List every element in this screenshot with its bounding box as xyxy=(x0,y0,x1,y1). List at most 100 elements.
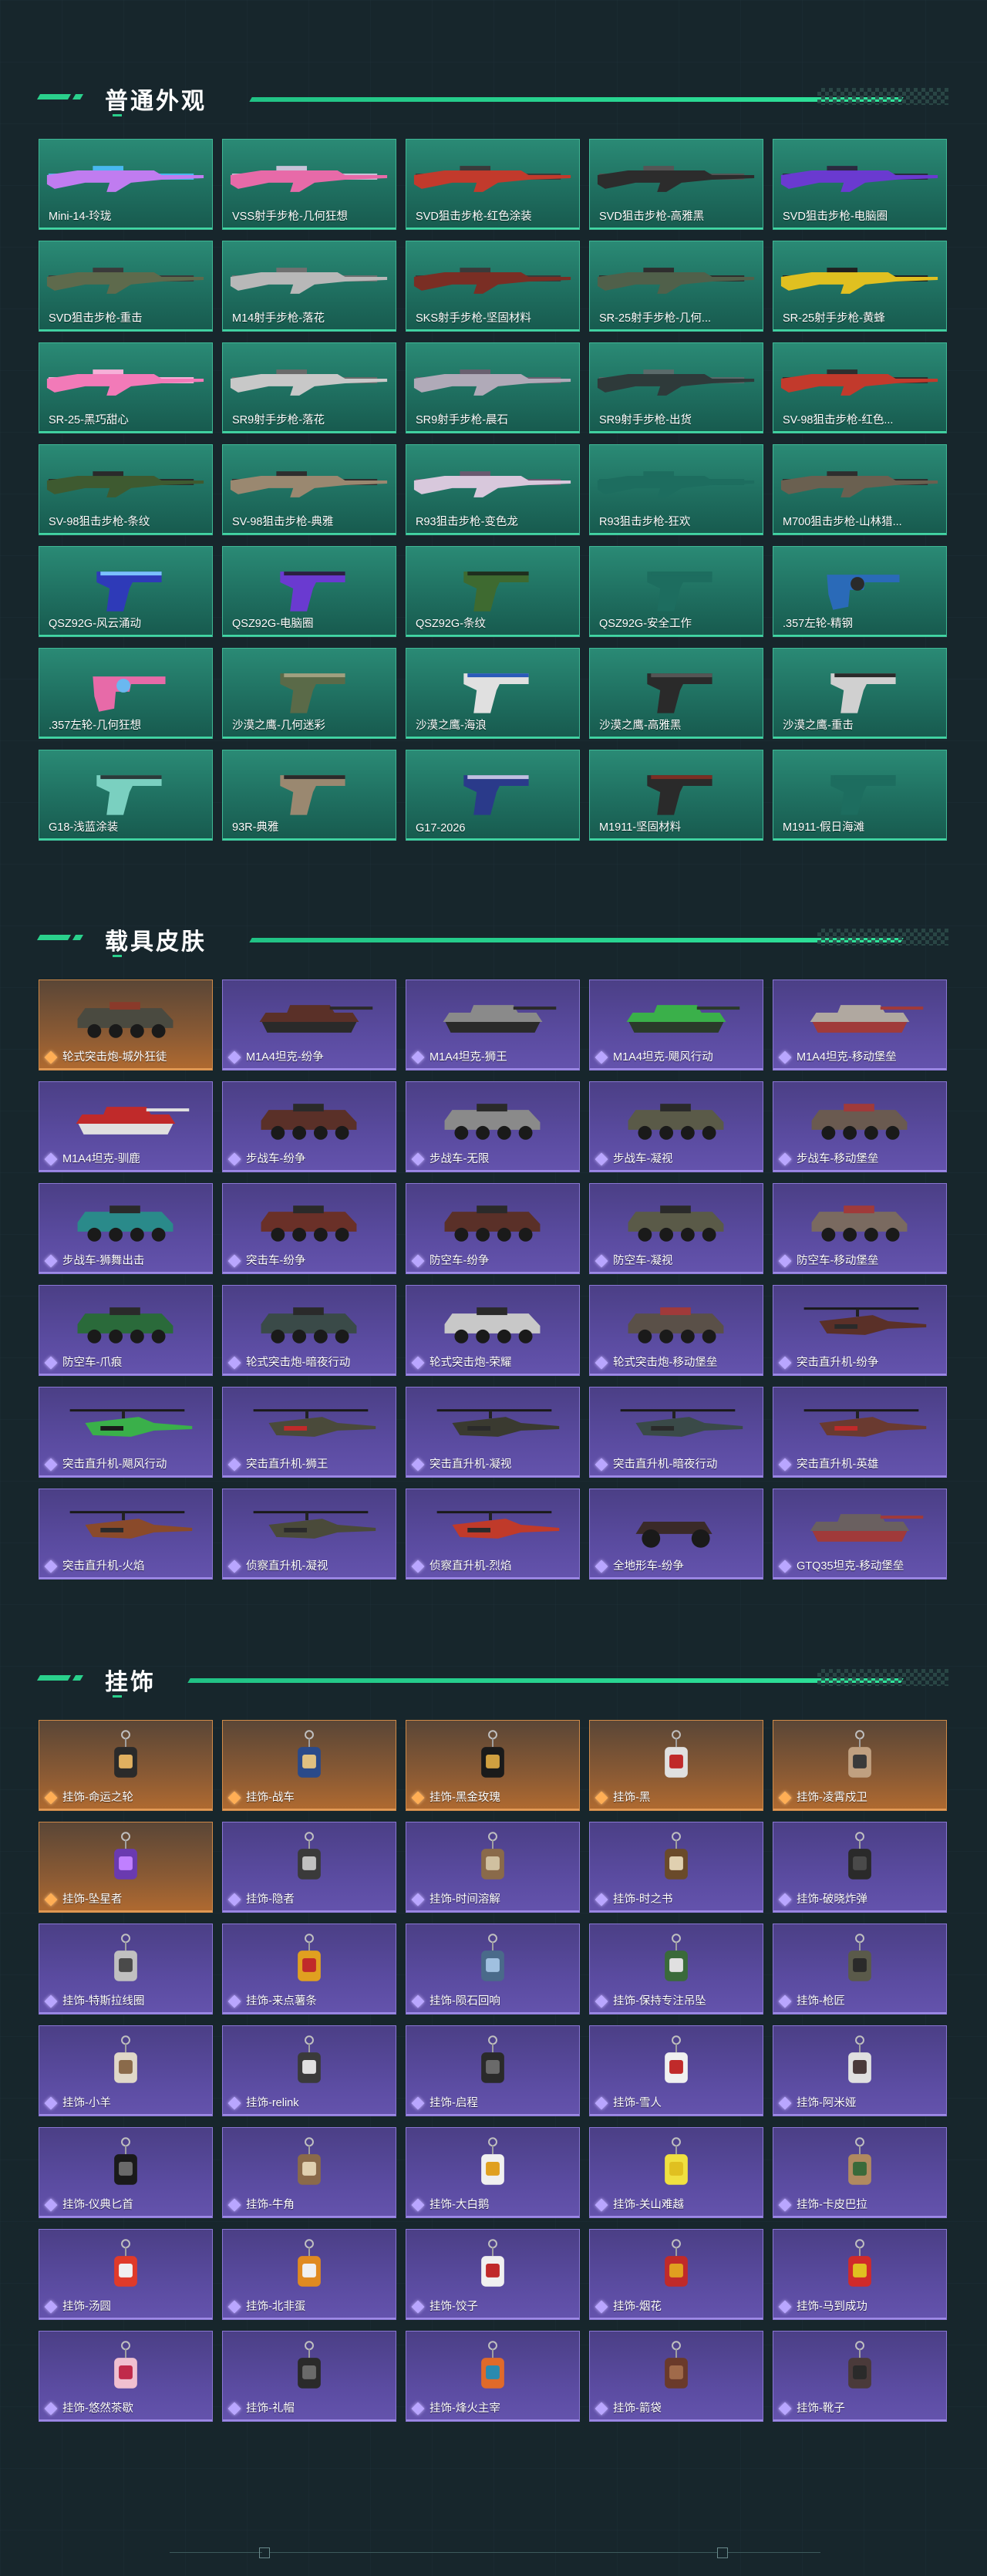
charm-skin-card[interactable]: 挂饰-饺子 xyxy=(406,2229,580,2320)
weapon-skin-card[interactable]: QSZ92G-条纹 xyxy=(406,546,580,637)
vehicle-skin-card[interactable]: 轮式突击炮-城外狂徒 xyxy=(39,979,213,1071)
charm-skin-card[interactable]: 挂饰-马到成功 xyxy=(773,2229,947,2320)
weapon-skin-card[interactable]: SVD狙击步枪-红色涂装 xyxy=(406,139,580,230)
vehicle-skin-card[interactable]: 步战车-移动堡垒 xyxy=(773,1081,947,1172)
vehicle-skin-card[interactable]: 步战车-纷争 xyxy=(222,1081,396,1172)
weapon-skin-card[interactable]: M700狙击步枪-山林猎... xyxy=(773,444,947,535)
vehicle-skin-card[interactable]: M1A4坦克-移动堡垒 xyxy=(773,979,947,1071)
charm-skin-card[interactable]: 挂饰-陨石回响 xyxy=(406,1924,580,2015)
vehicle-skin-card[interactable]: 轮式突击炮-荣耀 xyxy=(406,1285,580,1376)
charm-skin-card[interactable]: 挂饰-时间溶解 xyxy=(406,1822,580,1913)
charm-skin-card[interactable]: 挂饰-烽火主宰 xyxy=(406,2331,580,2422)
weapon-skin-card[interactable]: M14射手步枪-落花 xyxy=(222,241,396,332)
weapon-skin-card[interactable]: SV-98狙击步枪-典雅 xyxy=(222,444,396,535)
charm-skin-card[interactable]: 挂饰-隐者 xyxy=(222,1822,396,1913)
charm-skin-card[interactable]: 挂饰-烟花 xyxy=(589,2229,763,2320)
charm-skin-card[interactable]: 挂饰-战车 xyxy=(222,1720,396,1811)
charm-skin-card[interactable]: 挂饰-礼帽 xyxy=(222,2331,396,2422)
weapon-skin-card[interactable]: SVD狙击步枪-重击 xyxy=(39,241,213,332)
charm-skin-card[interactable]: 挂饰-特斯拉线圈 xyxy=(39,1924,213,2015)
vehicle-skin-card[interactable]: 突击车-纷争 xyxy=(222,1183,396,1274)
weapon-skin-card[interactable]: SKS射手步枪-坚固材料 xyxy=(406,241,580,332)
weapon-skin-card[interactable]: SV-98狙击步枪-红色... xyxy=(773,342,947,433)
charm-skin-card[interactable]: 挂饰-黑 xyxy=(589,1720,763,1811)
charm-skin-card[interactable]: 挂饰-小羊 xyxy=(39,2025,213,2116)
weapon-skin-card[interactable]: .357左轮-几何狂想 xyxy=(39,648,213,739)
weapon-skin-card[interactable]: SVD狙击步枪-高雅黑 xyxy=(589,139,763,230)
weapon-skin-card[interactable]: R93狙击步枪-狂欢 xyxy=(589,444,763,535)
weapon-skin-card[interactable]: R93狙击步枪-变色龙 xyxy=(406,444,580,535)
vehicle-skin-card[interactable]: 突击直升机-火焰 xyxy=(39,1489,213,1580)
vehicle-skin-card[interactable]: 防空车-移动堡垒 xyxy=(773,1183,947,1274)
vehicle-skin-card[interactable]: 步战车-凝视 xyxy=(589,1081,763,1172)
vehicle-skin-card[interactable]: 轮式突击炮-暗夜行动 xyxy=(222,1285,396,1376)
charm-skin-card[interactable]: 挂饰-来点薯条 xyxy=(222,1924,396,2015)
charm-skin-card[interactable]: 挂饰-凌霄戍卫 xyxy=(773,1720,947,1811)
vehicle-skin-card[interactable]: 防空车-爪痕 xyxy=(39,1285,213,1376)
vehicle-skin-card[interactable]: 突击直升机-纷争 xyxy=(773,1285,947,1376)
vehicle-skin-card[interactable]: M1A4坦克-飓风行动 xyxy=(589,979,763,1071)
weapon-skin-card[interactable]: SR-25射手步枪-黄蜂 xyxy=(773,241,947,332)
weapon-skin-card[interactable]: 沙漠之鹰-重击 xyxy=(773,648,947,739)
vehicle-skin-card[interactable]: 防空车-凝视 xyxy=(589,1183,763,1274)
weapon-skin-card[interactable]: QSZ92G-安全工作 xyxy=(589,546,763,637)
weapon-skin-card[interactable]: 沙漠之鹰-海浪 xyxy=(406,648,580,739)
weapon-skin-card[interactable]: 沙漠之鹰-几何迷彩 xyxy=(222,648,396,739)
charm-skin-card[interactable]: 挂饰-卡皮巴拉 xyxy=(773,2127,947,2218)
weapon-skin-card[interactable]: Mini-14-玲珑 xyxy=(39,139,213,230)
charm-skin-card[interactable]: 挂饰-枪匠 xyxy=(773,1924,947,2015)
charm-skin-card[interactable]: 挂饰-关山难越 xyxy=(589,2127,763,2218)
vehicle-skin-card[interactable]: 轮式突击炮-移动堡垒 xyxy=(589,1285,763,1376)
vehicle-skin-card[interactable]: 侦察直升机-凝视 xyxy=(222,1489,396,1580)
charm-skin-card[interactable]: 挂饰-黑金玫瑰 xyxy=(406,1720,580,1811)
charm-skin-card[interactable]: 挂饰-汤圆 xyxy=(39,2229,213,2320)
charm-skin-card[interactable]: 挂饰-破晓炸弹 xyxy=(773,1822,947,1913)
vehicle-skin-card[interactable]: 侦察直升机-烈焰 xyxy=(406,1489,580,1580)
weapon-skin-card[interactable]: .357左轮-精钢 xyxy=(773,546,947,637)
vehicle-skin-card[interactable]: M1A4坦克-纷争 xyxy=(222,979,396,1071)
vehicle-skin-card[interactable]: 步战车-无限 xyxy=(406,1081,580,1172)
charm-skin-card[interactable]: 挂饰-箭袋 xyxy=(589,2331,763,2422)
charm-skin-card[interactable]: 挂饰-坠星者 xyxy=(39,1822,213,1913)
vehicle-skin-card[interactable]: 突击直升机-飓风行动 xyxy=(39,1387,213,1478)
charm-skin-card[interactable]: 挂饰-雪人 xyxy=(589,2025,763,2116)
weapon-skin-card[interactable]: QSZ92G-电脑圈 xyxy=(222,546,396,637)
charm-skin-card[interactable]: 挂饰-保持专注吊坠 xyxy=(589,1924,763,2015)
vehicle-skin-card[interactable]: 突击直升机-狮王 xyxy=(222,1387,396,1478)
weapon-skin-card[interactable]: M1911-假日海滩 xyxy=(773,750,947,841)
weapon-skin-card[interactable]: VSS射手步枪-几何狂想 xyxy=(222,139,396,230)
weapon-skin-card[interactable]: SR9射手步枪-落花 xyxy=(222,342,396,433)
weapon-skin-card[interactable]: SR-25-黑巧甜心 xyxy=(39,342,213,433)
vehicle-skin-card[interactable]: M1A4坦克-驯鹿 xyxy=(39,1081,213,1172)
vehicle-skin-card[interactable]: 全地形车-纷争 xyxy=(589,1489,763,1580)
charm-skin-card[interactable]: 挂饰-大白鹅 xyxy=(406,2127,580,2218)
weapon-skin-card[interactable]: SV-98狙击步枪-条纹 xyxy=(39,444,213,535)
vehicle-skin-card[interactable]: 突击直升机-英雄 xyxy=(773,1387,947,1478)
charm-skin-card[interactable]: 挂饰-命运之轮 xyxy=(39,1720,213,1811)
charm-skin-card[interactable]: 挂饰-靴子 xyxy=(773,2331,947,2422)
charm-skin-card[interactable]: 挂饰-启程 xyxy=(406,2025,580,2116)
weapon-skin-card[interactable]: G18-浅蓝涂装 xyxy=(39,750,213,841)
weapon-skin-card[interactable]: M1911-坚固材料 xyxy=(589,750,763,841)
weapon-skin-card[interactable]: SVD狙击步枪-电脑圈 xyxy=(773,139,947,230)
vehicle-skin-card[interactable]: 突击直升机-凝视 xyxy=(406,1387,580,1478)
charm-skin-card[interactable]: 挂饰-悠然茶歇 xyxy=(39,2331,213,2422)
weapon-skin-card[interactable]: SR9射手步枪-出货 xyxy=(589,342,763,433)
weapon-skin-card[interactable]: SR-25射手步枪-几何... xyxy=(589,241,763,332)
weapon-skin-card[interactable]: 93R-典雅 xyxy=(222,750,396,841)
vehicle-skin-card[interactable]: 突击直升机-暗夜行动 xyxy=(589,1387,763,1478)
charm-skin-card[interactable]: 挂饰-牛角 xyxy=(222,2127,396,2218)
weapon-skin-card[interactable]: SR9射手步枪-晨石 xyxy=(406,342,580,433)
vehicle-skin-card[interactable]: GTQ35坦克-移动堡垒 xyxy=(773,1489,947,1580)
charm-skin-card[interactable]: 挂饰-relink xyxy=(222,2025,396,2116)
charm-skin-card[interactable]: 挂饰-时之书 xyxy=(589,1822,763,1913)
charm-skin-card[interactable]: 挂饰-仪典匕首 xyxy=(39,2127,213,2218)
charm-skin-card[interactable]: 挂饰-阿米娅 xyxy=(773,2025,947,2116)
charm-skin-card[interactable]: 挂饰-北非蛋 xyxy=(222,2229,396,2320)
vehicle-skin-card[interactable]: M1A4坦克-狮王 xyxy=(406,979,580,1071)
vehicle-skin-card[interactable]: 步战车-狮舞出击 xyxy=(39,1183,213,1274)
weapon-skin-card[interactable]: G17-2026 xyxy=(406,750,580,841)
weapon-skin-card[interactable]: QSZ92G-风云涌动 xyxy=(39,546,213,637)
vehicle-skin-card[interactable]: 防空车-纷争 xyxy=(406,1183,580,1274)
weapon-skin-card[interactable]: 沙漠之鹰-高雅黑 xyxy=(589,648,763,739)
